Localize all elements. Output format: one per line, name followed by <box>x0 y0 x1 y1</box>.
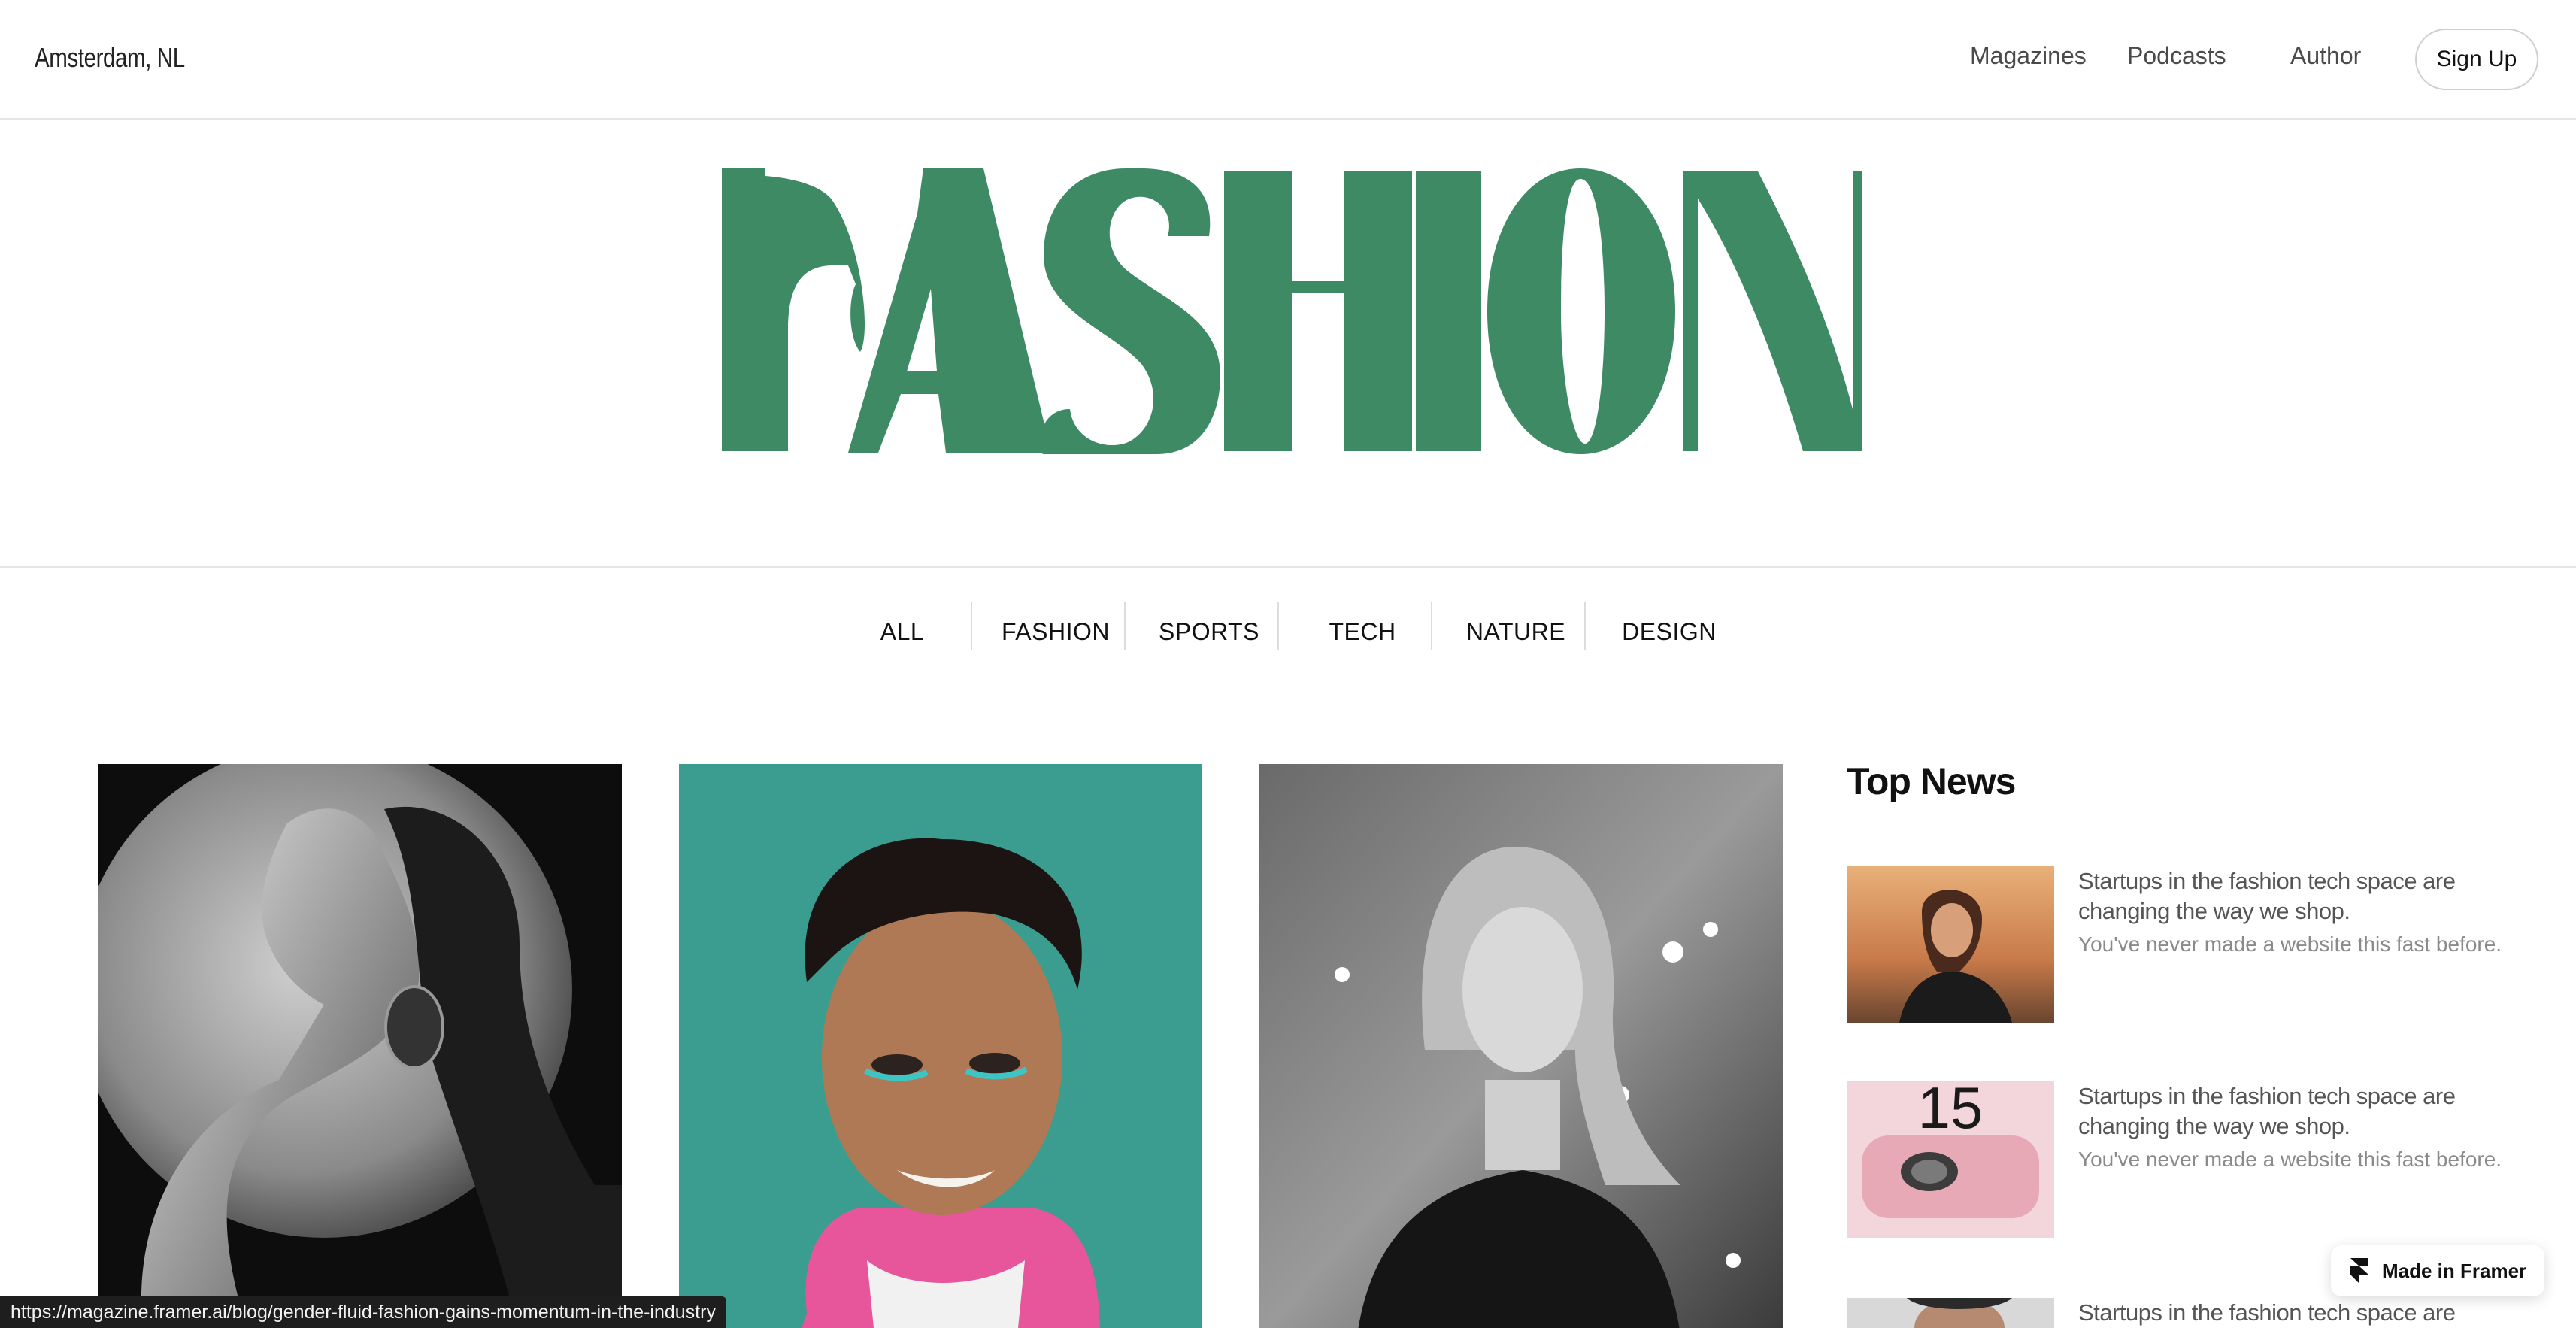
tab-sports[interactable]: SPORTS <box>1132 608 1286 656</box>
top-news-item[interactable]: Startups in the fashion tech space are <box>1847 1298 2523 1328</box>
nav-link-author[interactable]: Author <box>2290 42 2361 70</box>
fashion-logo <box>722 168 1862 454</box>
article-card-1[interactable] <box>98 764 622 1328</box>
news-title: Startups in the fashion tech space are <box>2078 1299 2456 1326</box>
top-news-item[interactable]: 15 Startups in the fashion tech space ar… <box>1847 1081 2523 1239</box>
tab-fashion[interactable]: FASHION <box>979 608 1132 656</box>
news-thumbnail <box>1847 866 2054 1023</box>
top-news-item[interactable]: Startups in the fashion tech space are c… <box>1847 866 2523 1024</box>
tab-divider <box>971 602 972 650</box>
made-in-framer-badge[interactable]: Made in Framer <box>2331 1245 2544 1296</box>
location-label: Amsterdam, NL <box>35 42 185 73</box>
article-card-3[interactable] <box>1259 764 1783 1328</box>
tab-all[interactable]: ALL <box>826 608 979 656</box>
news-thumbnail <box>1847 1298 2054 1328</box>
article-card-2[interactable] <box>679 764 1202 1328</box>
hero-section <box>0 120 2576 568</box>
sign-up-button[interactable]: Sign Up <box>2415 29 2538 90</box>
tab-divider <box>1277 602 1279 650</box>
article-image-man-teal <box>679 764 1202 1328</box>
tab-divider <box>1124 602 1126 650</box>
framer-logo-icon <box>2350 1258 2368 1284</box>
news-title: Startups in the fashion tech space are c… <box>2078 868 2456 924</box>
tab-divider <box>1431 602 1432 650</box>
news-subtitle: You've never made a website this fast be… <box>2078 932 2502 956</box>
category-tabs: ALL FASHION SPORTS TECH NATURE DESIGN <box>0 572 2576 677</box>
site-header: Amsterdam, NL Magazines Podcasts Author … <box>0 0 2576 120</box>
page: Amsterdam, NL Magazines Podcasts Author … <box>0 0 2576 1328</box>
article-image-woman-blonde <box>1259 764 1783 1328</box>
nav-link-magazines[interactable]: Magazines <box>1970 42 2087 70</box>
tab-design[interactable]: DESIGN <box>1593 608 1746 656</box>
tab-nature[interactable]: NATURE <box>1439 608 1593 656</box>
top-news-heading: Top News <box>1847 760 2016 802</box>
news-thumbnail: 15 <box>1847 1081 2054 1238</box>
news-subtitle: You've never made a website this fast be… <box>2078 1148 2502 1171</box>
tab-tech[interactable]: TECH <box>1286 608 1439 656</box>
status-bar-url: https://magazine.framer.ai/blog/gender-f… <box>0 1296 726 1328</box>
badge-label: Made in Framer <box>2382 1259 2527 1282</box>
nav-link-podcasts[interactable]: Podcasts <box>2127 42 2226 70</box>
news-title: Startups in the fashion tech space are c… <box>2078 1083 2456 1139</box>
tab-divider <box>1584 602 1586 650</box>
thumb-text-15: 15 <box>1918 1081 1984 1141</box>
article-image-woman-profile <box>98 764 622 1328</box>
